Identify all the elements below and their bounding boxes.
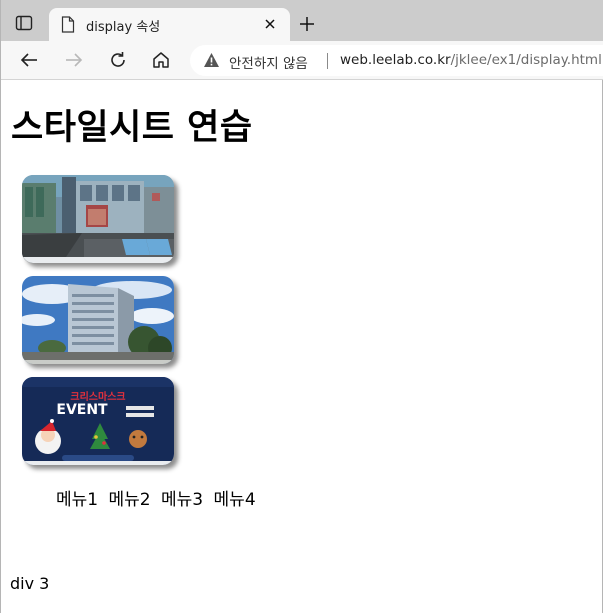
address-divider bbox=[327, 53, 328, 69]
address-bar[interactable]: 안전하지 않음 web.leelab.co.kr/jklee/ex1/displ… bbox=[190, 45, 603, 76]
url-text[interactable]: web.leelab.co.kr/jklee/ex1/display.html bbox=[340, 52, 602, 68]
browser-toolbar: 안전하지 않음 web.leelab.co.kr/jklee/ex1/displ… bbox=[1, 41, 603, 80]
security-status-text[interactable]: 안전하지 않음 bbox=[229, 52, 308, 72]
plus-icon bbox=[300, 17, 314, 31]
forward-button[interactable] bbox=[61, 48, 87, 72]
page-heading: 스타일시트 연습 bbox=[11, 108, 253, 148]
div-3-text: div 3 bbox=[10, 574, 50, 593]
arrow-right-icon bbox=[66, 53, 83, 67]
close-tab-button[interactable] bbox=[260, 14, 280, 34]
menu-bar: 메뉴1 메뉴2 메뉴3 메뉴4 bbox=[56, 485, 261, 510]
menu-item-2[interactable]: 메뉴2 bbox=[109, 490, 151, 510]
url-path: /jklee/ex1/display.html bbox=[450, 52, 602, 68]
url-host: web.leelab.co.kr bbox=[340, 52, 451, 68]
poster-event-text: EVENT bbox=[56, 402, 108, 418]
tab-strip: display 속성 bbox=[1, 0, 603, 41]
tab-actions-button[interactable] bbox=[9, 10, 39, 36]
christmas-event-poster: 크리스마스크 EVENT bbox=[22, 377, 174, 465]
building-entrance-photo bbox=[22, 175, 174, 263]
office-tower-photo bbox=[22, 276, 174, 364]
arrow-left-icon bbox=[20, 53, 37, 67]
close-icon bbox=[265, 19, 275, 29]
tab-actions-icon bbox=[15, 15, 33, 31]
refresh-icon bbox=[111, 52, 125, 67]
page-icon bbox=[61, 16, 75, 33]
menu-item-3[interactable]: 메뉴3 bbox=[161, 490, 203, 510]
tab-title: display 속성 bbox=[86, 20, 161, 35]
browser-tab[interactable]: display 속성 bbox=[49, 8, 290, 41]
back-button[interactable] bbox=[16, 48, 42, 72]
home-icon bbox=[153, 52, 169, 68]
refresh-button[interactable] bbox=[105, 48, 131, 72]
warning-icon[interactable] bbox=[203, 52, 220, 68]
home-button[interactable] bbox=[148, 48, 174, 72]
menu-item-1[interactable]: 메뉴1 bbox=[56, 490, 98, 510]
menu-item-4[interactable]: 메뉴4 bbox=[214, 490, 256, 510]
new-tab-button[interactable] bbox=[295, 12, 319, 36]
page-viewport: 스타일시트 연습 크리스마스크 EVENT 메뉴1 메뉴2 메뉴3 메뉴4 di… bbox=[1, 80, 603, 613]
